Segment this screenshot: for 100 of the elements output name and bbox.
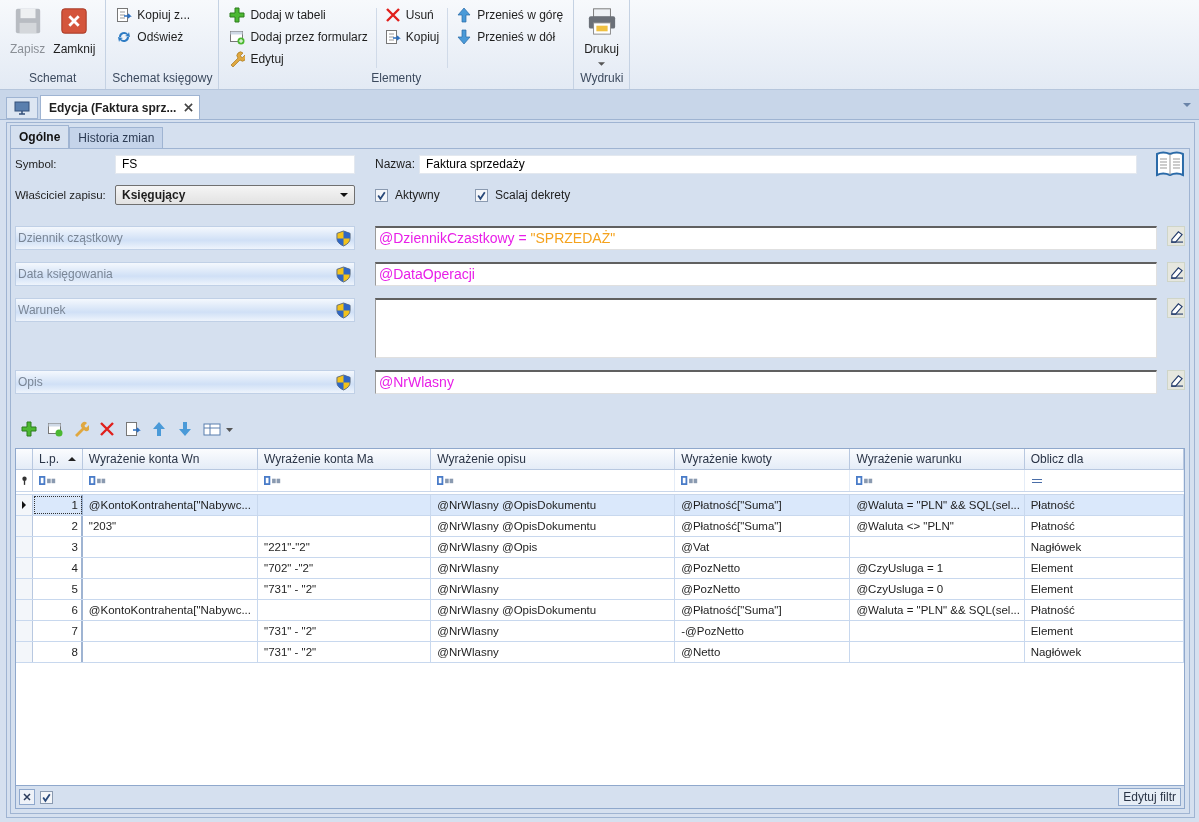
ribbon-button[interactable]: Przenieś w górę: [452, 4, 568, 26]
column-header[interactable]: Oblicz dla: [1024, 449, 1184, 469]
ribbon-button[interactable]: Drukuj: [580, 4, 623, 68]
column-header[interactable]: Wyrażenie opisu: [431, 449, 676, 469]
expression-field[interactable]: @DziennikCzastkowy = "SPRZEDAŻ": [375, 226, 1157, 250]
table-cell: @Waluta = "PLN" && SQL(sel...: [856, 604, 1020, 616]
shield-icon: [336, 265, 351, 283]
table-cell: Płatność: [1030, 499, 1075, 511]
ribbon-button[interactable]: Dodaj przez formularz: [225, 26, 372, 48]
table-row[interactable]: 6 @KontoKontrahenta["Nabywc... @NrWlasny @OpisDokumentu @Płatność["Suma"] @Waluta = "PLN" && SQL(sel... Płatność: [16, 600, 1184, 621]
arrow-down-icon[interactable]: [177, 421, 193, 437]
text-filter-icon[interactable]: [437, 476, 456, 485]
filter-checkbox[interactable]: [40, 790, 53, 804]
document-tab[interactable]: Edycja (Faktura sprz...: [40, 95, 201, 119]
table-row[interactable]: 3 "221"-"2" @NrWlasny @Opis @Vat Nagłówek: [16, 537, 1184, 558]
group-label: Schemat: [28, 71, 78, 87]
table-cell: "731" - "2": [264, 583, 317, 595]
group-label: Elementy: [370, 71, 423, 87]
copy-document-icon[interactable]: [125, 421, 141, 437]
ribbon-button[interactable]: Kopiuj z...: [112, 4, 195, 26]
expression-field[interactable]: [375, 298, 1157, 358]
arrow-up-icon[interactable]: [151, 421, 167, 437]
table-cell: Nagłówek: [1030, 646, 1082, 658]
row-header[interactable]: [16, 495, 33, 515]
ribbon-button[interactable]: Usuń: [380, 4, 444, 26]
table-cell: 5: [71, 583, 78, 595]
book-icon[interactable]: [1155, 150, 1185, 178]
expression-field[interactable]: @DataOperacji: [375, 262, 1157, 286]
close-icon[interactable]: [184, 103, 194, 112]
add-form-icon[interactable]: [47, 421, 63, 437]
grid-settings-icon[interactable]: [203, 421, 233, 437]
ribbon-button[interactable]: Zamknij: [49, 4, 100, 58]
table-cell: @NrWlasny @Opis: [437, 541, 538, 553]
text-filter-icon[interactable]: [39, 476, 57, 485]
column-header[interactable]: Wyrażenie konta Ma: [258, 449, 432, 469]
delete-icon[interactable]: [99, 421, 115, 437]
equals-filter-icon[interactable]: [1030, 477, 1043, 484]
table-cell: 4: [71, 562, 78, 574]
table-cell: "731" - "2": [264, 625, 317, 637]
checkbox[interactable]: Scalaj dekrety: [475, 188, 571, 202]
column-header[interactable]: Wyrażenie konta Wn: [82, 449, 259, 469]
field-label: Symbol:: [15, 158, 58, 170]
wrench-icon: [229, 51, 246, 67]
column-header[interactable]: Wyrażenie kwoty: [675, 449, 851, 469]
shield-icon: [336, 301, 351, 319]
table-row[interactable]: 7 "731" - "2" @NrWlasny -@PozNetto Element: [16, 621, 1184, 642]
text-filter-icon[interactable]: [88, 476, 107, 485]
tab[interactable]: Historia zmian: [69, 127, 164, 148]
checkbox[interactable]: Aktywny: [375, 188, 475, 202]
table-cell: "203": [88, 520, 117, 532]
tab[interactable]: Ogólne: [10, 125, 70, 148]
clear-filter-button[interactable]: [19, 789, 35, 805]
dropdown-field[interactable]: Księgujący: [115, 185, 355, 205]
table-row[interactable]: 2 "203" @NrWlasny @OpisDokumentu @Płatność["Suma"] @Waluta <> "PLN" Płatność: [16, 516, 1184, 537]
table-row[interactable]: 5 "731" - "2" @NrWlasny @PozNetto @CzyUsluga = 0 Element: [16, 579, 1184, 600]
table-row[interactable]: 1 @KontoKontrahenta["Nabywc... @NrWlasny @OpisDokumentu @Płatność["Suma"] @Waluta = "PLN" && SQL(sel... Płatność: [16, 495, 1184, 516]
clear-button[interactable]: [1167, 370, 1185, 390]
table-cell: @Waluta = "PLN" && SQL(sel...: [856, 499, 1020, 511]
table-cell: @Netto: [681, 646, 721, 658]
input-field[interactable]: Faktura sprzedaży: [418, 154, 1138, 174]
table-cell: @NrWlasny @OpisDokumentu: [437, 520, 597, 532]
expression-field[interactable]: @NrWlasny: [375, 370, 1157, 394]
ribbon-button[interactable]: Dodaj w tabeli: [225, 4, 372, 26]
desktop-tab[interactable]: [6, 97, 38, 119]
table-cell: @PozNetto: [681, 583, 741, 595]
table-cell: @NrWlasny: [437, 625, 499, 637]
pin-icon[interactable]: [20, 476, 28, 485]
ribbon-button[interactable]: Edytuj: [225, 48, 372, 70]
table-cell: Płatność: [1030, 520, 1075, 532]
refresh-icon: [116, 29, 133, 45]
table-cell: Płatność: [1030, 604, 1075, 616]
table-cell: Element: [1030, 562, 1073, 574]
close-icon: [59, 6, 90, 36]
dropdown-icon[interactable]: [1183, 103, 1191, 107]
sort-arrow-icon: [67, 457, 76, 461]
column-header[interactable]: L.p.: [33, 449, 83, 469]
clear-button[interactable]: [1167, 226, 1185, 246]
table-row[interactable]: 4 "702" -"2" @NrWlasny @PozNetto @CzyUsluga = 1 Element: [16, 558, 1184, 579]
table-row[interactable]: 8 "731" - "2" @NrWlasny @Netto Nagłówek: [16, 642, 1184, 663]
ribbon-button[interactable]: Odśwież: [112, 26, 195, 48]
table-cell: @CzyUsluga = 1: [856, 562, 944, 574]
ribbon-button[interactable]: Przenieś w dół: [452, 26, 568, 48]
table-cell: 7: [71, 625, 78, 637]
close-icon: [23, 793, 31, 801]
plus-icon[interactable]: [21, 421, 37, 437]
table-cell: @NrWlasny @OpisDokumentu: [437, 499, 597, 511]
copy-document-icon: [116, 7, 133, 23]
text-filter-icon[interactable]: [681, 476, 700, 485]
plus-icon: [229, 7, 246, 23]
printer-icon: [586, 6, 617, 36]
ribbon-button[interactable]: Kopiuj: [380, 26, 444, 48]
group-label: Wydruki: [580, 71, 624, 87]
column-header[interactable]: Wyrażenie warunku: [850, 449, 1025, 469]
clear-button[interactable]: [1167, 262, 1185, 282]
edit-filter-button[interactable]: Edytuj filtr: [1118, 788, 1181, 806]
table-cell: @CzyUsluga = 0: [856, 583, 944, 595]
text-filter-icon[interactable]: [264, 476, 283, 485]
text-filter-icon[interactable]: [856, 476, 875, 485]
clear-button[interactable]: [1167, 298, 1185, 318]
input-field[interactable]: FS: [115, 154, 355, 174]
